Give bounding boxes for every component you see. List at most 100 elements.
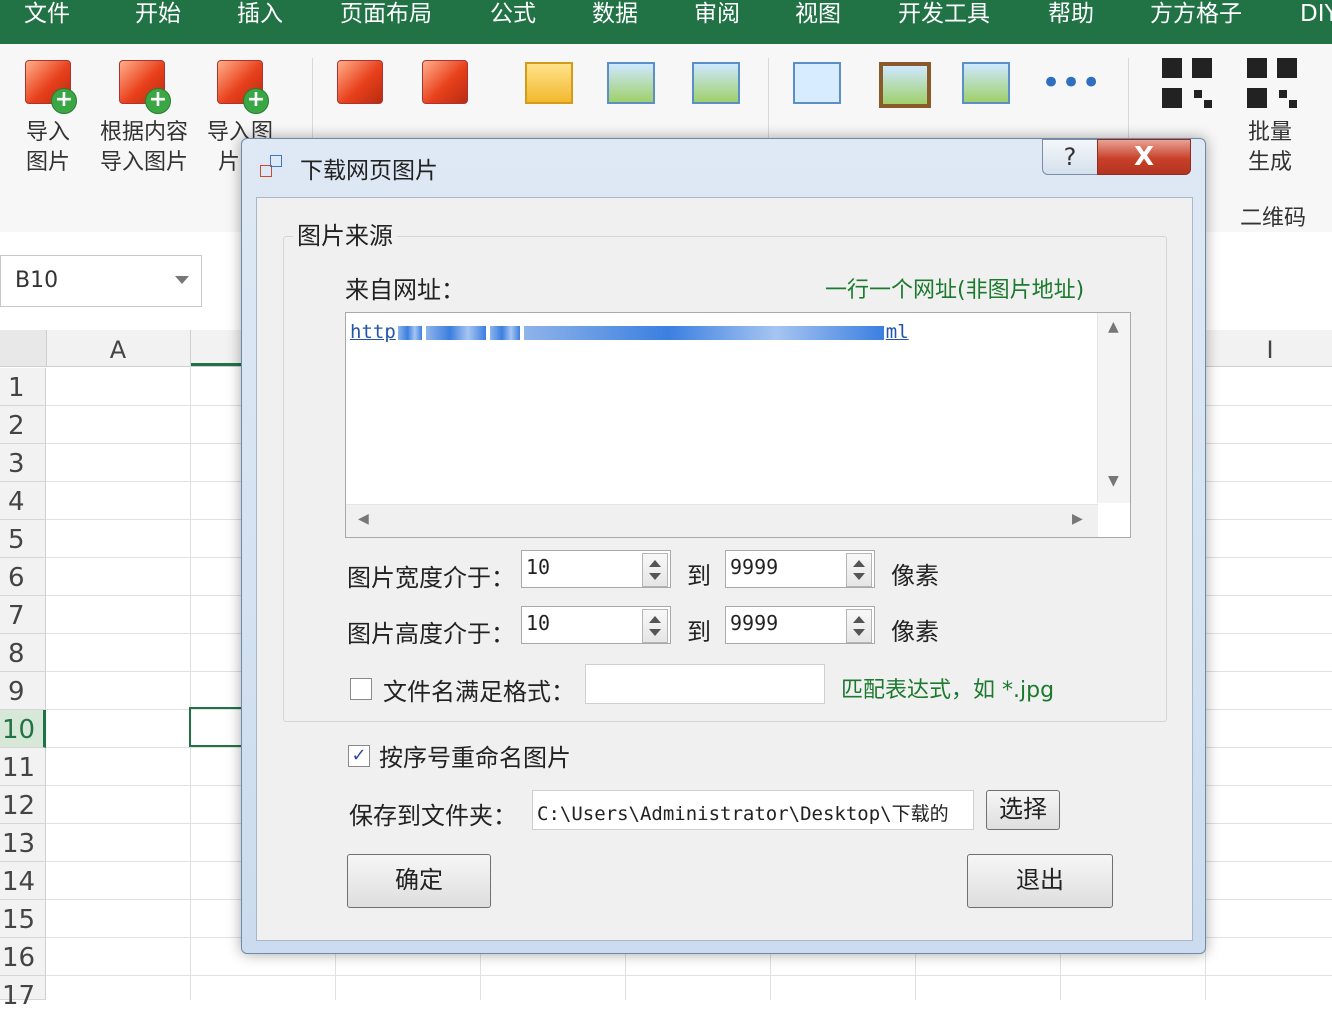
width-min-stepper[interactable]: 10 <box>521 550 671 588</box>
delete-picture-button[interactable] <box>590 56 670 110</box>
tab-fangfangezi[interactable]: 方方格子 <box>1150 0 1242 32</box>
row-header[interactable]: 1 <box>0 368 46 406</box>
column-header-i[interactable]: I <box>1205 330 1332 366</box>
url-hint: 一行一个网址(非图片地址) <box>825 278 1085 303</box>
height-min-stepper[interactable]: 10 <box>521 606 671 644</box>
tab-help[interactable]: 帮助 <box>1048 0 1094 32</box>
row-header[interactable]: 15 <box>0 900 46 938</box>
help-button[interactable]: ? <box>1042 139 1098 175</box>
pictures-button[interactable] <box>945 56 1025 110</box>
stepper-arrows-icon[interactable] <box>642 553 668 587</box>
ribbon-group-label: 二维码 <box>1240 206 1307 231</box>
column-header-b[interactable] <box>191 330 241 366</box>
url-text: http ml <box>350 321 909 343</box>
name-box[interactable]: B10 <box>0 255 202 307</box>
row-header[interactable]: 7 <box>0 596 46 634</box>
folder-path-input[interactable]: C:\Users\Administrator\Desktop\下载的 <box>532 790 974 830</box>
group-title: 图片来源 <box>293 216 397 251</box>
unit-label: 像素 <box>891 562 939 590</box>
vertical-scrollbar[interactable]: ▲ ▼ <box>1097 313 1130 503</box>
dialog-body: 图片来源 来自网址： 一行一个网址(非图片地址) http ml ▲ ▼ ◀ ▶ … <box>256 197 1193 941</box>
import-picture-button[interactable]: + 导入 图片 <box>8 56 88 178</box>
close-button[interactable]: X <box>1097 139 1191 175</box>
column-header-a[interactable]: A <box>46 330 191 366</box>
height-min-value: 10 <box>526 611 551 635</box>
width-min-value: 10 <box>526 555 551 579</box>
stepper-arrows-icon[interactable] <box>642 609 668 643</box>
framed-picture-icon <box>875 56 931 110</box>
more-dots-icon: ••• <box>1041 63 1102 103</box>
tab-insert[interactable]: 插入 <box>237 0 283 32</box>
height-max-stepper[interactable]: 9999 <box>725 606 875 644</box>
folder-path-value: C:\Users\Administrator\Desktop\下载的 <box>537 803 949 825</box>
select-all-corner[interactable] <box>0 330 47 366</box>
grid-column-line <box>190 366 191 1000</box>
rename-by-sequence-checkbox[interactable]: ✓ <box>348 745 370 767</box>
selected-cell-b10[interactable] <box>189 707 249 747</box>
row-header[interactable]: 6 <box>0 558 46 596</box>
folder-icon <box>521 56 575 110</box>
filename-format-checkbox[interactable] <box>350 678 372 700</box>
ribbon-label: 批量 <box>1247 120 1292 145</box>
width-max-stepper[interactable]: 9999 <box>725 550 875 588</box>
exit-button[interactable]: 退出 <box>967 854 1113 908</box>
download-button[interactable] <box>405 56 485 110</box>
scroll-up-icon[interactable]: ▲ <box>1108 319 1119 335</box>
row-header[interactable]: 2 <box>0 406 46 444</box>
horizontal-scrollbar[interactable]: ◀ ▶ <box>346 504 1098 537</box>
ribbon-label: 图片 <box>25 150 70 175</box>
tab-home[interactable]: 开始 <box>135 0 181 32</box>
tab-developer[interactable]: 开发工具 <box>898 0 990 32</box>
row-header[interactable]: 9 <box>0 672 46 710</box>
row-header[interactable]: 14 <box>0 862 46 900</box>
redacted-url-part <box>397 325 422 340</box>
import-by-content-button[interactable]: + 根据内容 导入图片 <box>100 56 189 178</box>
chevron-down-icon[interactable] <box>175 276 189 284</box>
stepper-arrows-icon[interactable] <box>846 609 872 643</box>
url-suffix: ml <box>885 321 909 343</box>
url-textarea[interactable]: http ml ▲ ▼ ◀ ▶ <box>345 312 1131 538</box>
tab-file[interactable]: 文件 <box>24 0 70 32</box>
row-header[interactable]: 13 <box>0 824 46 862</box>
export-button[interactable] <box>508 56 588 110</box>
tab-data[interactable]: 数据 <box>592 0 638 32</box>
row-header[interactable]: 4 <box>0 482 46 520</box>
ribbon-label: 导入 <box>25 120 70 145</box>
tab-diy[interactable]: DIY <box>1300 0 1332 32</box>
scroll-right-icon[interactable]: ▶ <box>1072 511 1083 527</box>
select-button[interactable] <box>776 56 856 110</box>
qrcode-batch-icon <box>1243 56 1297 110</box>
import-link-button[interactable] <box>320 56 400 110</box>
text-image-add-icon: + <box>115 56 171 114</box>
row-header[interactable]: 3 <box>0 444 46 482</box>
tab-formulas[interactable]: 公式 <box>490 0 536 32</box>
row-header[interactable]: 12 <box>0 786 46 824</box>
browse-button[interactable]: 选择 <box>986 790 1060 830</box>
single-qrcode-button[interactable] <box>1145 56 1225 110</box>
batch-generate-button[interactable]: 批量 生成 <box>1230 56 1310 178</box>
tab-review[interactable]: 审阅 <box>694 0 740 32</box>
row-header[interactable]: 11 <box>0 748 46 786</box>
row-header[interactable]: 5 <box>0 520 46 558</box>
picture-frame-button[interactable] <box>862 56 942 110</box>
ribbon-label: 生成 <box>1247 150 1292 175</box>
tab-page-layout[interactable]: 页面布局 <box>340 0 432 32</box>
more-button[interactable]: ••• <box>1028 56 1108 110</box>
stepper-arrows-icon[interactable] <box>846 553 872 587</box>
image-add-icon: + <box>21 56 77 114</box>
row-header-selected[interactable]: 10 <box>0 710 46 748</box>
scroll-down-icon[interactable]: ▼ <box>1108 473 1119 489</box>
scroll-left-icon[interactable]: ◀ <box>358 511 369 527</box>
row-header[interactable]: 8 <box>0 634 46 672</box>
row-header[interactable]: 16 <box>0 938 46 976</box>
tab-view[interactable]: 视图 <box>795 0 841 32</box>
url-label: 来自网址： <box>345 276 465 304</box>
row-header[interactable]: 17 <box>0 976 46 1011</box>
edit-picture-button[interactable] <box>675 56 755 110</box>
to-label: 到 <box>687 618 711 646</box>
filename-pattern-input[interactable] <box>585 664 825 704</box>
ribbon-label: 根据内容 <box>100 120 189 145</box>
ribbon-tab-bar: 文件 开始 插入 页面布局 公式 数据 审阅 视图 开发工具 帮助 方方格子 D… <box>0 0 1332 44</box>
ok-button[interactable]: 确定 <box>347 854 491 908</box>
url-prefix: http <box>350 321 396 343</box>
